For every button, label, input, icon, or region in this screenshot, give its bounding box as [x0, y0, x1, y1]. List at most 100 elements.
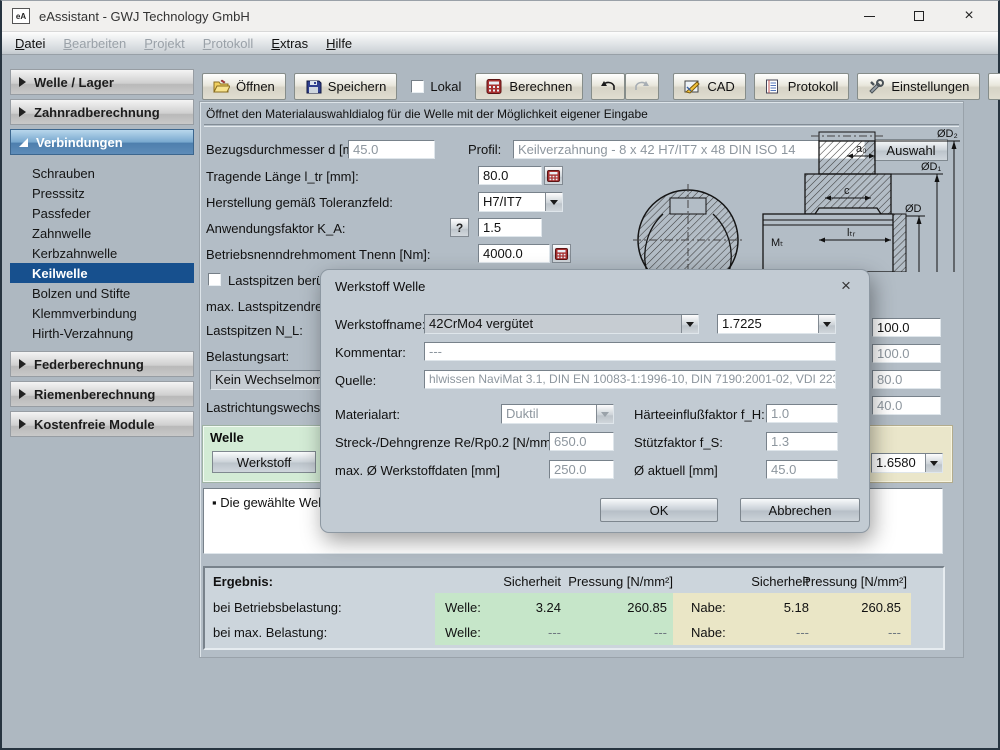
welle-section-title: Welle: [210, 430, 244, 445]
sidebar-section-welle-lager[interactable]: Welle / Lager: [10, 69, 194, 95]
open-button[interactable]: Öffnen: [202, 72, 286, 100]
calculator-icon: [555, 247, 568, 260]
minimize-button[interactable]: [858, 5, 880, 27]
sidebar-item-presssitz[interactable]: Presssitz: [10, 183, 194, 203]
document-icon: [765, 79, 782, 94]
chevron-down-icon: [681, 315, 698, 333]
settings-label: Einstellungen: [891, 78, 970, 94]
sidebar-section-kostenfreie-module[interactable]: Kostenfreie Module: [10, 411, 194, 437]
settings-button[interactable]: Einstellungen: [857, 72, 981, 100]
shaft-pressure-value: 260.85: [627, 600, 667, 615]
menu-extras[interactable]: Extras: [262, 34, 317, 53]
torque-label: Betriebsnenndrehmoment Tnenn [Nm]:: [206, 247, 431, 262]
hardness-factor-label: Härteeinflußfaktor f_H:: [634, 407, 765, 422]
sidebar-item-klemmverbindung[interactable]: Klemmverbindung: [10, 303, 194, 323]
reference-diameter-input[interactable]: 45.0: [348, 140, 435, 159]
application-factor-input[interactable]: 1.5: [478, 218, 542, 237]
undo-button[interactable]: [591, 72, 626, 100]
load-direction-label: Lastrichtungswechse: [206, 400, 321, 415]
shaft-label: Welle:: [445, 600, 481, 615]
minimize-icon: [863, 15, 875, 17]
hardness-factor-input[interactable]: 1.0: [766, 404, 838, 423]
result-row-label: bei max. Belastung:: [213, 625, 328, 640]
reference-diameter-label: Bezugsdurchmesser d [mm]:: [206, 142, 372, 157]
length-input[interactable]: 80.0: [478, 166, 542, 185]
load-type-dropdown[interactable]: Kein Wechselmom: [210, 370, 321, 390]
dialog-close-icon[interactable]: ×: [835, 275, 857, 297]
application-factor-label: Anwendungsfaktor K_A:: [206, 221, 346, 236]
app-icon: eA: [12, 8, 30, 24]
dim-d-label: ØD: [905, 203, 922, 215]
right-value-input-4[interactable]: 40.0: [872, 396, 941, 415]
sidebar-section-verbindungen[interactable]: Verbindungen: [10, 129, 194, 155]
help-button[interactable]: Hilfe: [988, 72, 1000, 100]
ok-button[interactable]: OK: [600, 498, 718, 522]
right-value-input-1[interactable]: 100.0: [872, 318, 941, 337]
source-input[interactable]: hlwissen NaviMat 3.1, DIN EN 10083-1:199…: [424, 370, 836, 389]
shaft-pressure-value: ---: [654, 625, 667, 640]
sidebar-section-federberechnung[interactable]: Federberechnung: [10, 351, 194, 377]
nabe-material-dropdown[interactable]: 1.6580: [871, 453, 943, 473]
maximize-button[interactable]: [908, 5, 930, 27]
cancel-button[interactable]: Abbrechen: [740, 498, 860, 522]
chevron-right-icon: [19, 389, 26, 399]
results-panel: Ergebnis: Sicherheit Pressung [N/mm²] Si…: [203, 566, 945, 650]
menu-datei[interactable]: Datei: [6, 34, 54, 53]
col-pressure-1: Pressung [N/mm²]: [568, 574, 673, 589]
torque-calc-button[interactable]: [552, 244, 571, 263]
sidebar-item-hirth-verzahnung[interactable]: Hirth-Verzahnung: [10, 323, 194, 343]
sidebar-item-bolzen-und-stifte[interactable]: Bolzen und Stifte: [10, 283, 194, 303]
sidebar-section-label: Verbindungen: [36, 134, 123, 150]
tolerance-dropdown[interactable]: H7/IT7: [478, 192, 563, 212]
torque-input[interactable]: 4000.0: [478, 244, 550, 263]
max-peak-torque-label: max. Lastspitzendreh: [206, 299, 321, 314]
local-checkbox[interactable]: [411, 79, 425, 93]
sidebar-item-passfeder[interactable]: Passfeder: [10, 203, 194, 223]
window-title: eAssistant - GWJ Technology GmbH: [39, 8, 250, 24]
chevron-right-icon: [19, 77, 26, 87]
col-safety-2: Sicherheit: [751, 574, 809, 589]
material-name-dropdown[interactable]: 42CrMo4 vergütet: [424, 314, 699, 334]
comment-input[interactable]: ---: [424, 342, 836, 361]
material-type-dropdown[interactable]: Duktil: [501, 404, 614, 424]
current-diameter-input[interactable]: 45.0: [766, 460, 838, 479]
hub-safety-value: 5.18: [783, 600, 809, 615]
save-button[interactable]: Speichern: [293, 72, 398, 100]
info-text: ▪ Die gewählte Welle: [212, 495, 332, 510]
status-line: Öffnet den Materialauswahldialog für die…: [206, 107, 648, 121]
verbindungen-list: Schrauben Presssitz Passfeder Zahnwelle …: [10, 159, 194, 351]
sidebar-section-zahnradberechnung[interactable]: Zahnradberechnung: [10, 99, 194, 125]
length-calc-button[interactable]: [544, 166, 563, 185]
max-diameter-input[interactable]: 250.0: [549, 460, 614, 479]
length-label: Tragende Länge l_tr [mm]:: [206, 169, 359, 184]
load-peaks-checkbox[interactable]: [208, 273, 221, 286]
protocol-button[interactable]: Protokoll: [753, 72, 850, 100]
cad-icon: [684, 79, 701, 94]
werkstoff-button[interactable]: Werkstoff: [212, 451, 316, 473]
support-factor-input[interactable]: 1.3: [766, 432, 838, 451]
sidebar-item-zahnwelle[interactable]: Zahnwelle: [10, 223, 194, 243]
sidebar-item-schrauben[interactable]: Schrauben: [10, 163, 194, 183]
profile-label: Profil:: [468, 142, 502, 157]
folder-open-icon: [213, 79, 230, 94]
sidebar-item-kerbzahnwelle[interactable]: Kerbzahnwelle: [10, 243, 194, 263]
application-factor-help-button[interactable]: ?: [450, 218, 469, 237]
redo-button[interactable]: [625, 72, 660, 100]
toolbar: Öffnen Speichern Lokal Berechnen CAD Pro…: [202, 72, 1000, 100]
sidebar-section-label: Welle / Lager: [34, 74, 114, 90]
menu-hilfe[interactable]: Hilfe: [317, 34, 361, 53]
calculate-button[interactable]: Berechnen: [475, 72, 584, 100]
chevron-down-icon: [545, 193, 562, 211]
menu-bearbeiten: Bearbeiten: [63, 35, 127, 51]
cad-button[interactable]: CAD: [673, 72, 746, 100]
redo-icon: [633, 80, 651, 93]
sidebar-item-keilwelle[interactable]: Keilwelle: [10, 263, 194, 283]
sidebar-section-riemenberechnung[interactable]: Riemenberechnung: [10, 381, 194, 407]
yield-input[interactable]: 650.0: [549, 432, 614, 451]
right-value-input-3[interactable]: 80.0: [872, 370, 941, 389]
close-button[interactable]: ×: [958, 5, 980, 27]
right-value-input-2[interactable]: 100.0: [872, 344, 941, 363]
yield-label: Streck-/Dehngrenze Re/Rp0.2 [N/mm²]:: [335, 435, 563, 450]
shaft-safety-value: 3.24: [535, 600, 561, 615]
material-number-dropdown[interactable]: 1.7225: [717, 314, 836, 334]
